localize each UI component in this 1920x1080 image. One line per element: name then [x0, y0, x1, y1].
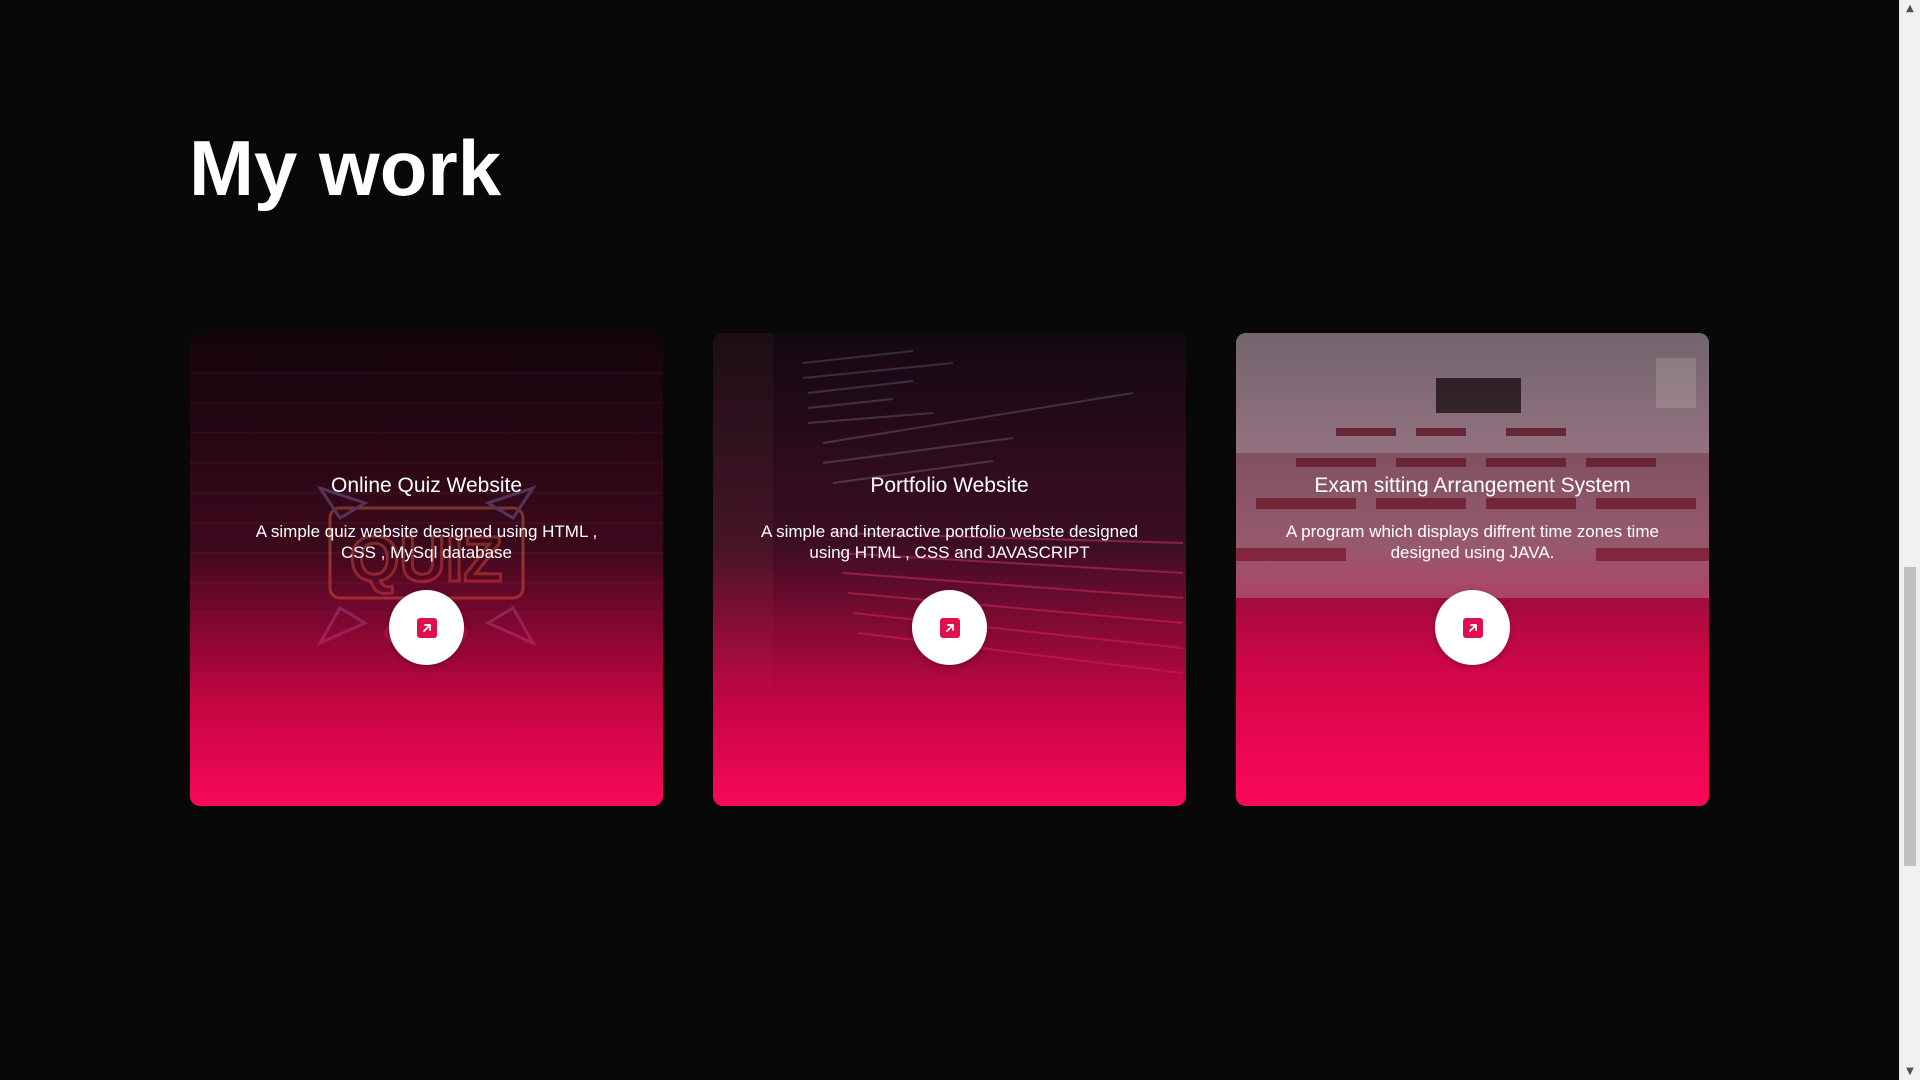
- external-link-icon: [416, 617, 437, 638]
- card-content: Online Quiz Website A simple quiz websit…: [190, 473, 663, 563]
- project-card-exam: Exam sitting Arrangement System A progra…: [1236, 333, 1709, 806]
- chevron-up-icon[interactable]: ▲: [1900, 0, 1920, 17]
- card-title: Exam sitting Arrangement System: [1314, 474, 1631, 497]
- card-gradient-overlay: [713, 333, 1186, 806]
- card-title: Online Quiz Website: [330, 474, 523, 497]
- card-title: Portfolio Website: [870, 474, 1029, 497]
- open-project-button[interactable]: [389, 590, 464, 665]
- card-gradient-overlay: [190, 333, 663, 806]
- external-link-icon: [1462, 617, 1483, 638]
- chevron-down-icon[interactable]: ▼: [1900, 1063, 1920, 1080]
- project-card-portfolio: Portfolio Website A simple and interacti…: [713, 333, 1186, 806]
- card-content: Exam sitting Arrangement System A progra…: [1236, 473, 1709, 563]
- open-project-button[interactable]: [912, 590, 987, 665]
- card-gradient-overlay: [1236, 333, 1709, 806]
- card-description: A program which displays diffrent time z…: [1286, 522, 1659, 562]
- project-card-quiz: QUIZ Online Quiz Website A simple quiz w…: [190, 333, 663, 806]
- page-title: My work: [189, 124, 502, 212]
- scrollbar-thumb[interactable]: [1904, 567, 1916, 866]
- card-description: A simple quiz website designed using HTM…: [255, 522, 598, 562]
- card-content: Portfolio Website A simple and interacti…: [713, 473, 1186, 563]
- card-description: A simple and interactive portfolio webst…: [760, 522, 1139, 562]
- project-cards: QUIZ Online Quiz Website A simple quiz w…: [190, 333, 1710, 806]
- vertical-scrollbar[interactable]: ▲ ▼: [1899, 0, 1920, 1080]
- page: My work Online Quiz Website A simple qui…: [0, 0, 1920, 1080]
- external-link-icon: [939, 617, 960, 638]
- open-project-button[interactable]: [1435, 590, 1510, 665]
